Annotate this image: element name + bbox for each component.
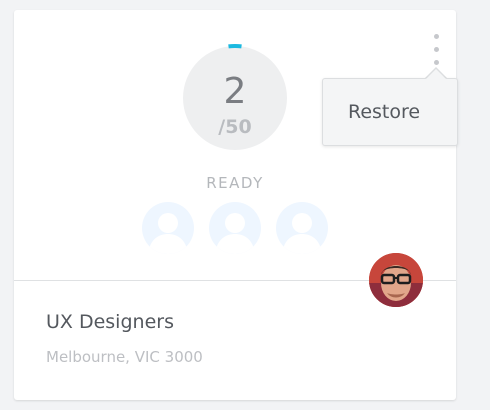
owner-avatar[interactable] xyxy=(369,253,423,307)
team-name: UX Designers xyxy=(46,311,174,333)
user-placeholder-icon xyxy=(276,202,328,254)
more-options-icon[interactable] xyxy=(432,34,442,70)
options-menu: Restore xyxy=(322,78,458,146)
progress-ring xyxy=(228,44,242,49)
team-card[interactable]: 2 /50 READY UX Designers Melbourne, VIC … xyxy=(14,10,456,400)
user-placeholder-icon xyxy=(142,202,194,254)
page: 2 /50 READY UX Designers Melbourne, VIC … xyxy=(0,0,490,410)
user-placeholder-icon xyxy=(209,202,261,254)
team-location: Melbourne, VIC 3000 xyxy=(46,348,203,366)
restore-menu-item[interactable]: Restore xyxy=(323,79,457,145)
status-label: READY xyxy=(206,174,264,192)
popover-arrow-fill xyxy=(425,69,447,80)
